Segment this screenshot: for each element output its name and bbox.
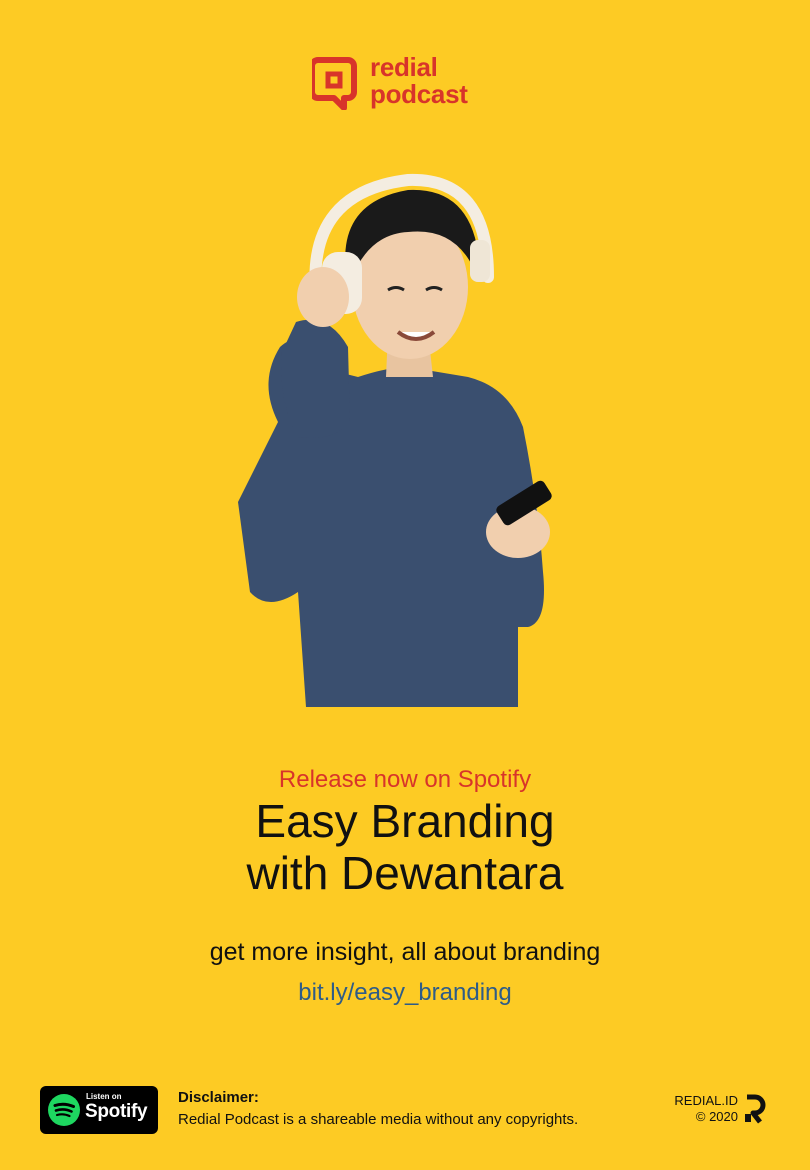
release-subtitle: Release now on Spotify [278,766,532,793]
brand-copyright: © 2020 [695,1109,738,1124]
episode-link[interactable]: bit.ly/easy_branding [0,979,810,1007]
logo-line-1: redial [370,52,438,82]
disclaimer-heading: Disclaimer: [178,1089,259,1106]
listen-on-spotify-button[interactable]: Listen on Spotify [40,1086,158,1134]
insight-tagline: get more insight, all about branding [209,938,601,966]
redial-podcast-logo: redial podcast [312,54,492,112]
spotify-badge-small-text: Listen on [86,1092,122,1101]
redial-r-icon [745,1094,766,1124]
hero-person-image [238,173,552,707]
episode-title-line-1: Easy Branding [255,795,555,847]
logo-wordmark: redial podcast [370,54,468,108]
redial-chat-bubble-icon [312,57,357,110]
spotify-icon [48,1094,80,1126]
spotify-badge-label: Spotify [85,1101,148,1122]
episode-title-line-2: with Dewantara [246,847,564,899]
brand-name: REDIAL.ID [674,1093,738,1108]
brand-credit: REDIAL.ID © 2020 [650,1093,738,1125]
disclaimer-text: Redial Podcast is a shareable media with… [178,1111,579,1128]
logo-line-2: podcast [370,79,468,109]
